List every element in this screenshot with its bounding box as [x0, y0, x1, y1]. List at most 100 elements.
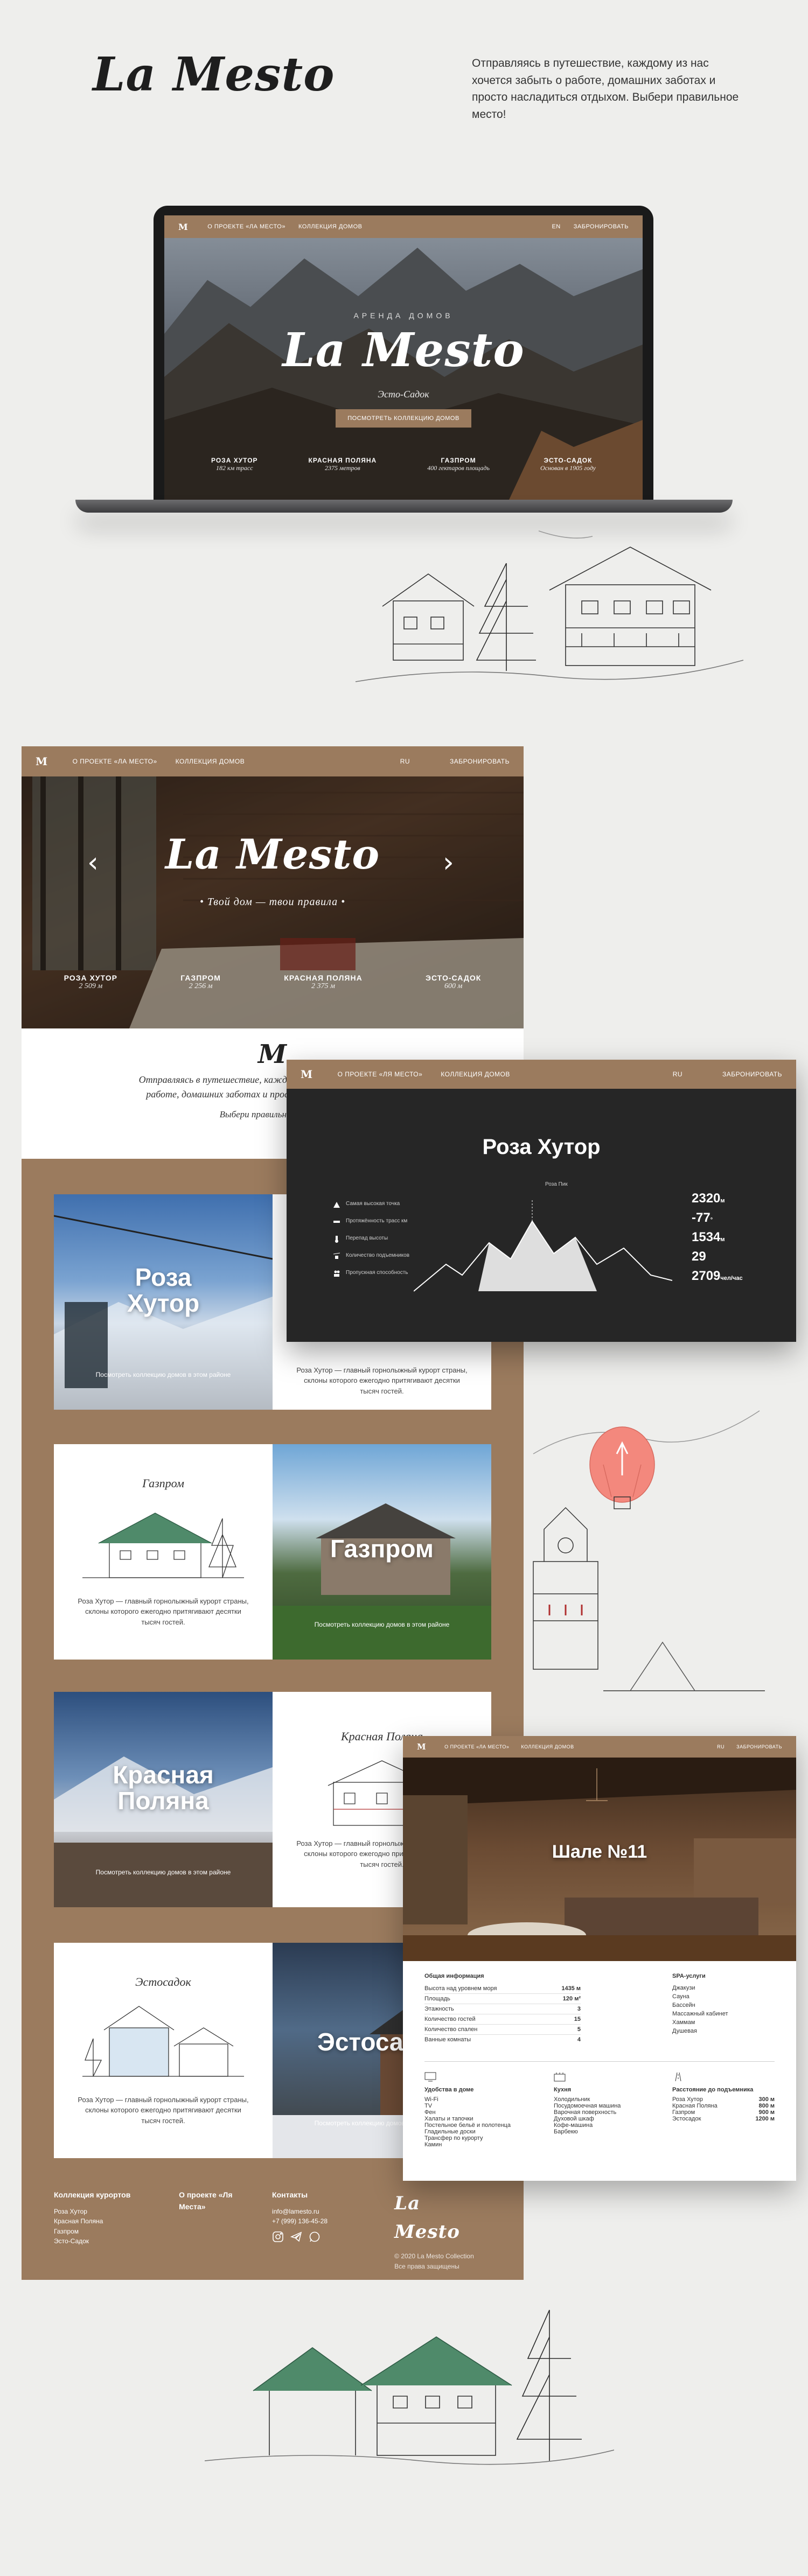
resort-description: Роза Хутор — главный горнолыжный курорт … [296, 1366, 468, 1395]
facility-item: Эстосадок [672, 2116, 701, 2122]
tv-icon [424, 2072, 436, 2082]
resort-photo[interactable]: Красная Поляна Посмотреть коллекцию домо… [54, 1692, 273, 1907]
facility-item: Красная Поляна [672, 2103, 718, 2109]
stat-title: ЭСТО-САДОК [426, 974, 482, 982]
general-info-title: Общая информация [424, 1973, 484, 1979]
footer-phone[interactable]: +7 (999) 136-45-28 [272, 2216, 373, 2227]
footer-col-title[interactable]: О проекте «Ля Места» [179, 2189, 250, 2213]
facility-item: Холодильник [554, 2096, 590, 2103]
stat-title: РОЗА ХУТОР [211, 457, 258, 464]
house-nav-logo[interactable]: M [417, 1742, 426, 1752]
spa-item: Хаммам [672, 2019, 695, 2026]
spec-value: 1435 м [561, 1985, 581, 1992]
resort-description: Роза Хутор — главный горнолыжный курорт … [78, 1597, 249, 1626]
resort-nav-logo[interactable]: M [301, 1068, 313, 1081]
nav-link-collection[interactable]: КОЛЛЕКЦИЯ ДОМОВ [298, 223, 363, 230]
site-nav: M О ПРОЕКТЕ «ЛА МЕСТО» КОЛЛЕКЦИЯ ДОМОВ R… [22, 746, 524, 776]
lang-switch[interactable]: RU [673, 1070, 682, 1078]
laptop-nav-logo[interactable]: M [178, 222, 188, 232]
footer-link[interactable]: Роза Хутор [54, 2207, 157, 2217]
stat-number: -77 [692, 1210, 711, 1225]
resort-photo[interactable]: Роза Хутор Посмотреть коллекцию домов в … [54, 1194, 273, 1410]
hero-slogan: • Твой дом — твои правила • [199, 896, 346, 908]
spec-label: Этажность [424, 2006, 454, 2012]
nav-link-collection[interactable]: КОЛЛЕКЦИЯ ДОМОВ [176, 758, 245, 765]
spa-item: Массажный кабинет [672, 2011, 728, 2017]
stat-unit: м [720, 1198, 725, 1204]
lang-switch[interactable]: EN [552, 223, 560, 230]
nav-link-about[interactable]: О ПРОЕКТЕ «ЛА МЕСТО» [207, 223, 285, 230]
distance-value: 1200 м [755, 2116, 775, 2122]
book-button[interactable]: ЗАБРОНИРОВАТЬ [736, 1744, 782, 1749]
stat-value: 2 256 м [189, 982, 213, 990]
stat-title: ГАЗПРОМ [180, 974, 221, 982]
legend-label: Пропускная способность [346, 1270, 408, 1276]
nav-link-collection[interactable]: КОЛЛЕКЦИЯ ДОМОВ [441, 1070, 510, 1078]
spec-value: 3 [577, 2006, 581, 2012]
house-page: M О ПРОЕКТЕ «ЛА МЕСТО» КОЛЛЕКЦИЯ ДОМОВ R… [403, 1736, 796, 2181]
legend-label: Самая высокая точка [346, 1201, 400, 1207]
site-nav-logo[interactable]: M [36, 755, 48, 768]
resort-photo-caption[interactable]: Посмотреть коллекцию домов в этом районе [273, 1621, 491, 1628]
resort-photo-title: Роза Хутор [127, 1263, 200, 1318]
resort-legend: Самая высокая точка Протяжённость трасс … [333, 1201, 414, 1277]
distance-value: 900 м [758, 2109, 775, 2116]
spec-label: Количество спален [424, 2026, 478, 2033]
stat-title: КРАСНАЯ ПОЛЯНА [284, 974, 363, 982]
lang-switch[interactable]: RU [400, 758, 410, 765]
footer-link[interactable]: Газпром [54, 2227, 157, 2237]
stat-value: 600 м [444, 982, 463, 990]
stat-unit: чел/час [720, 1275, 743, 1282]
hero-title: La Mesto [165, 830, 380, 878]
resort-card[interactable]: Газпром Роза Хутор — главный горнолыжный… [54, 1444, 491, 1660]
footer-link[interactable]: Эсто-Садок [54, 2236, 157, 2246]
resort-info: Газпром Роза Хутор — главный горнолыжный… [54, 1444, 273, 1660]
spa-title: SPA-услуги [672, 1973, 706, 1979]
resort-numbers: 2320м -77° 1534м 29 2709чел/час [692, 1191, 789, 1284]
whatsapp-icon[interactable] [309, 2231, 321, 2243]
house-hero: Шале №11 [403, 1758, 796, 1961]
site-hero-stats: РОЗА ХУТОР 2 509 м ГАЗПРОМ 2 256 м КРАСНАЯ… [32, 974, 513, 991]
distance-value: 300 м [758, 2096, 775, 2103]
mountain-range-illustration [414, 1200, 672, 1292]
footer-link[interactable]: Красная Поляна [54, 2216, 157, 2227]
resort-photo-caption[interactable]: Посмотреть коллекцию домов в этом районе [54, 1371, 273, 1378]
facility-item: Постельное бельё и полотенца [424, 2122, 511, 2129]
hero-title: La Mesto [282, 323, 525, 377]
resort-photo-caption[interactable]: Посмотреть коллекцию домов в этом районе [54, 1868, 273, 1876]
spec-label: Ванные комнаты [424, 2036, 471, 2043]
resort-description: Роза Хутор — главный горнолыжный курорт … [78, 2095, 249, 2125]
nav-link-collection[interactable]: КОЛЛЕКЦИЯ ДОМОВ [521, 1744, 574, 1749]
footer-logo[interactable]: La Mesto [394, 2189, 491, 2246]
nav-link-about[interactable]: О ПРОЕКТЕ «ЛА МЕСТО» [73, 758, 157, 765]
nav-link-about[interactable]: О ПРОЕКТЕ «ЛА МЕСТО» [444, 1744, 509, 1749]
spa-item: Сауна [672, 1993, 689, 2000]
facility-item: Wi-Fi [424, 2096, 438, 2103]
facility-column: Кухня Холодильник Посудомоечная машина В… [554, 2072, 656, 2135]
laptop-nav: M О ПРОЕКТЕ «ЛА МЕСТО» КОЛЛЕКЦИЯ ДОМОВ E… [164, 215, 643, 238]
legend-label: Перепад высоты [346, 1235, 388, 1241]
book-button[interactable]: ЗАБРОНИРОВАТЬ [450, 758, 510, 765]
telegram-icon[interactable] [290, 2231, 302, 2243]
instagram-icon[interactable] [272, 2231, 284, 2243]
peak-label: Роза Пик [545, 1181, 568, 1187]
book-button[interactable]: ЗАБРОНИРОВАТЬ [722, 1070, 782, 1078]
resort-sketch-title: Газпром [142, 1476, 184, 1490]
hero-subtitle: Эсто-Садок [378, 389, 429, 400]
lang-switch[interactable]: RU [717, 1744, 725, 1749]
house-title: Шале №11 [552, 1842, 647, 1862]
nav-link-about[interactable]: О ПРОЕКТЕ «ЛЯ МЕСТО» [338, 1070, 423, 1078]
brand-logo: La Mesto [93, 47, 335, 102]
resort-photo[interactable]: Газпром Посмотреть коллекцию домов в это… [273, 1444, 491, 1660]
facility-item: Барбекю [554, 2129, 578, 2135]
spa-item: Душевая [672, 2028, 697, 2034]
facility-title: Расстояние до подъемника [672, 2087, 754, 2093]
spec-label: Высота над уровнем моря [424, 1985, 497, 1992]
footer-email[interactable]: info@lamesto.ru [272, 2207, 373, 2217]
facility-item: Духовой шкаф [554, 2116, 594, 2122]
spec-value: 15 [574, 2016, 581, 2022]
facility-item: TV [424, 2103, 433, 2109]
book-button[interactable]: ЗАБРОНИРОВАТЬ [574, 223, 629, 230]
view-collection-button[interactable]: ПОСМОТРЕТЬ КОЛЛЕКЦИЮ ДОМОВ [336, 409, 471, 428]
facility-item: Варочная поверхность [554, 2109, 617, 2116]
